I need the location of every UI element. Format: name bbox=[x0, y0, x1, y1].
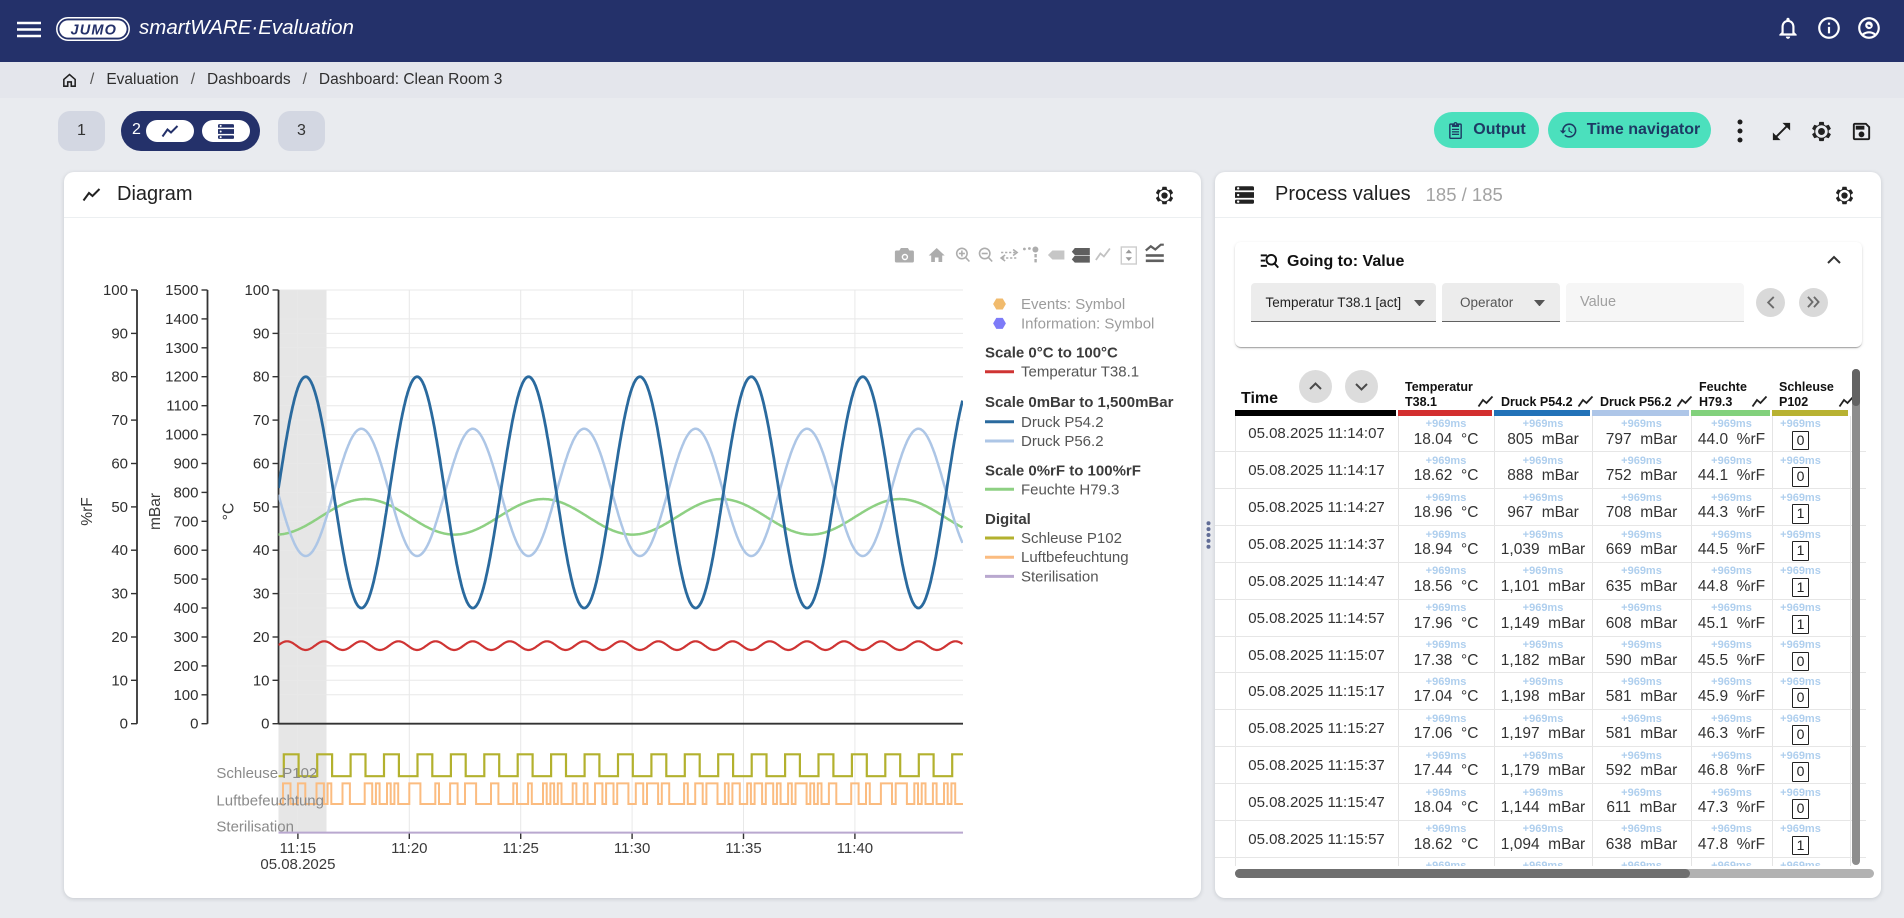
svg-text:90: 90 bbox=[253, 325, 270, 342]
svg-text:800: 800 bbox=[173, 484, 198, 501]
svg-text:Feuchte H79.3: Feuchte H79.3 bbox=[1021, 481, 1119, 498]
svg-text:Druck P56.2: Druck P56.2 bbox=[1021, 433, 1104, 450]
svg-text:Digital: Digital bbox=[985, 511, 1031, 528]
svg-text:40: 40 bbox=[253, 542, 270, 559]
svg-text:20: 20 bbox=[253, 629, 270, 646]
svg-text:Schleuse P102: Schleuse P102 bbox=[1021, 530, 1122, 547]
svg-text:Scale 0°C to 100°C: Scale 0°C to 100°C bbox=[985, 345, 1118, 362]
svg-text:100: 100 bbox=[244, 282, 269, 299]
svg-text:%rF: %rF bbox=[79, 497, 96, 525]
svg-text:11:40: 11:40 bbox=[837, 840, 873, 857]
svg-text:11:20: 11:20 bbox=[391, 840, 427, 857]
svg-text:Luftbefeuchtung: Luftbefeuchtung bbox=[216, 793, 324, 810]
svg-text:80: 80 bbox=[111, 369, 128, 386]
svg-text:Scale 0mBar to 1,500mBar: Scale 0mBar to 1,500mBar bbox=[985, 394, 1174, 411]
svg-text:Sterilisation: Sterilisation bbox=[216, 818, 294, 835]
svg-text:1300: 1300 bbox=[165, 340, 198, 357]
svg-text:0: 0 bbox=[190, 716, 198, 733]
svg-text:30: 30 bbox=[111, 586, 128, 603]
svg-text:70: 70 bbox=[111, 412, 128, 429]
svg-text:900: 900 bbox=[173, 456, 198, 473]
svg-text:200: 200 bbox=[173, 658, 198, 675]
svg-text:70: 70 bbox=[253, 412, 270, 429]
svg-text:300: 300 bbox=[173, 629, 198, 646]
svg-text:30: 30 bbox=[253, 586, 270, 603]
svg-text:Information: Symbol: Information: Symbol bbox=[1021, 315, 1154, 332]
svg-text:Temperatur T38.1: Temperatur T38.1 bbox=[1021, 364, 1139, 381]
svg-text:10: 10 bbox=[253, 672, 270, 689]
svg-text:Druck P54.2: Druck P54.2 bbox=[1021, 414, 1104, 431]
svg-text:600: 600 bbox=[173, 542, 198, 559]
svg-text:20: 20 bbox=[111, 629, 128, 646]
svg-text:Luftbefeuchtung: Luftbefeuchtung bbox=[1021, 549, 1129, 566]
svg-text:80: 80 bbox=[253, 369, 270, 386]
svg-text:1100: 1100 bbox=[166, 398, 198, 415]
svg-text:400: 400 bbox=[173, 600, 198, 617]
svg-text:JUMO: JUMO bbox=[70, 22, 117, 38]
svg-text:60: 60 bbox=[253, 456, 270, 473]
svg-text:mBar: mBar bbox=[147, 493, 164, 530]
svg-text:40: 40 bbox=[111, 542, 128, 559]
svg-text:Sterilisation: Sterilisation bbox=[1021, 568, 1099, 585]
svg-text:0: 0 bbox=[261, 716, 269, 733]
svg-text:11:35: 11:35 bbox=[725, 840, 761, 857]
svg-text:100: 100 bbox=[173, 687, 198, 704]
svg-text:500: 500 bbox=[173, 571, 198, 588]
svg-text:1200: 1200 bbox=[165, 369, 198, 386]
svg-text:11:15: 11:15 bbox=[280, 840, 316, 857]
svg-text:1400: 1400 bbox=[165, 311, 198, 328]
svg-text:05.08.2025: 05.08.2025 bbox=[260, 856, 335, 873]
svg-text:10: 10 bbox=[111, 672, 128, 689]
svg-text:100: 100 bbox=[103, 282, 128, 299]
svg-text:0: 0 bbox=[120, 716, 128, 733]
svg-text:11:30: 11:30 bbox=[614, 840, 650, 857]
svg-text:60: 60 bbox=[111, 456, 128, 473]
svg-text:1500: 1500 bbox=[165, 282, 198, 299]
svg-text:50: 50 bbox=[253, 499, 270, 516]
svg-text:90: 90 bbox=[111, 325, 128, 342]
svg-text:700: 700 bbox=[173, 513, 198, 530]
svg-text:Events: Symbol: Events: Symbol bbox=[1021, 296, 1125, 313]
svg-text:1000: 1000 bbox=[165, 427, 198, 444]
svg-text:Schleuse P102: Schleuse P102 bbox=[216, 765, 317, 782]
svg-text:°C: °C bbox=[220, 503, 237, 520]
svg-text:11:25: 11:25 bbox=[502, 840, 538, 857]
svg-text:Scale 0%rF to 100%rF: Scale 0%rF to 100%rF bbox=[985, 462, 1141, 479]
svg-text:50: 50 bbox=[111, 499, 128, 516]
